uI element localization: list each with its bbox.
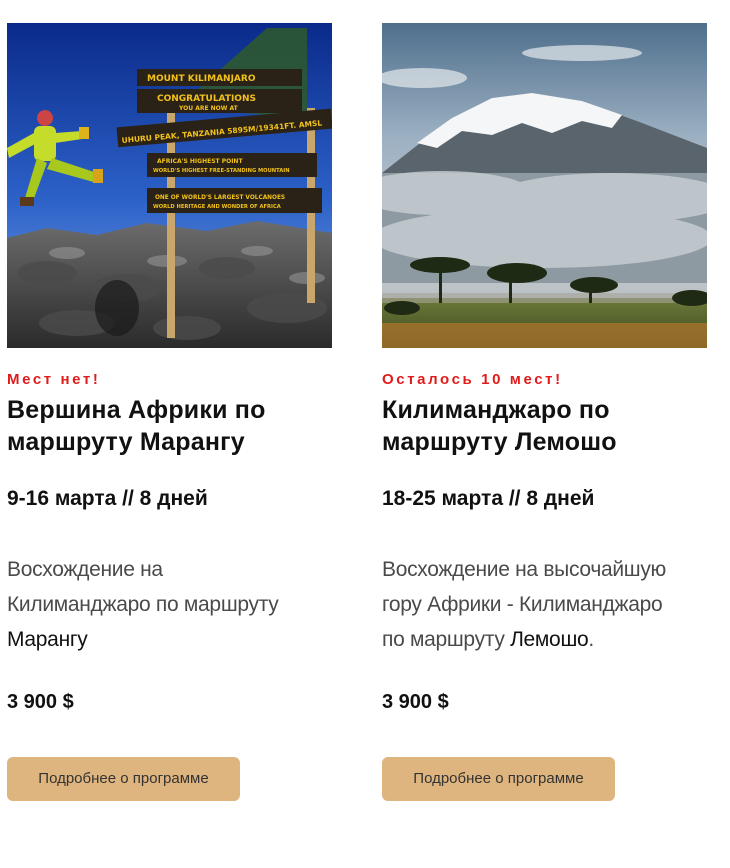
tour-card-marangu: MOUNT KILIMANJARO CONGRATULATIONS YOU AR… xyxy=(7,23,332,801)
sign-largest-volcanoes: ONE OF WORLD'S LARGEST VOLCANOES xyxy=(155,195,285,201)
desc-line: Марангу xyxy=(7,622,332,657)
desc-line: Килиманджаро по маршруту xyxy=(7,593,279,616)
desc-tail: . xyxy=(588,628,594,651)
tour-title-line: маршруту Лемошо xyxy=(382,428,617,456)
desc-line: по маршруту Лемошо. xyxy=(382,622,707,657)
tour-description: Восхождение на высочайшую гору Африки - … xyxy=(382,552,707,657)
sign-highest-point: AFRICA'S HIGHEST POINT xyxy=(157,158,243,165)
tour-title-line: Килиманджаро по xyxy=(382,396,610,424)
sign-you-are-now-at: YOU ARE NOW AT xyxy=(178,105,239,112)
route-name: Марангу xyxy=(7,628,88,651)
tour-title-line: Вершина Африки по xyxy=(7,396,266,424)
kilimanjaro-landscape-photo xyxy=(382,23,707,348)
route-name: Лемошо xyxy=(510,628,589,651)
desc-line: гору Африки - Килиманджаро xyxy=(382,593,663,616)
availability-status: Осталось 10 мест! xyxy=(382,371,563,388)
sign-mount-kilimanjaro: MOUNT KILIMANJARO xyxy=(147,74,256,84)
tour-price: 3 900 $ xyxy=(382,691,449,713)
sign-congratulations: CONGRATULATIONS xyxy=(157,94,256,104)
details-button[interactable]: Подробнее о программе xyxy=(7,757,240,801)
tour-dates: 9-16 марта // 8 дней xyxy=(7,487,208,510)
tour-card-lemosho: Осталось 10 мест! Килиманджаро по маршру… xyxy=(382,23,707,801)
sign-free-standing: WORLD'S HIGHEST FREE-STANDING MOUNTAIN xyxy=(153,168,290,174)
sign-world-heritage: WORLD HERITAGE AND WONDER OF AFRICA xyxy=(153,204,281,210)
desc-line: Восхождение на высочайшую xyxy=(382,558,666,581)
desc-prefix: по маршруту xyxy=(382,628,511,651)
tour-title: Килиманджаро по маршруту Лемошо xyxy=(382,394,707,458)
tour-price: 3 900 $ xyxy=(7,691,74,713)
tour-title: Вершина Африки по маршруту Марангу xyxy=(7,394,332,458)
tour-description: Восхождение на Килиманджаро по маршруту … xyxy=(7,552,332,657)
desc-line: Восхождение на xyxy=(7,558,163,581)
tour-dates: 18-25 марта // 8 дней xyxy=(382,487,595,510)
summit-sign-photo: MOUNT KILIMANJARO CONGRATULATIONS YOU AR… xyxy=(7,23,332,348)
tour-title-line: маршруту Марангу xyxy=(7,428,245,456)
availability-status: Мест нет! xyxy=(7,371,101,388)
details-button[interactable]: Подробнее о программе xyxy=(382,757,615,801)
